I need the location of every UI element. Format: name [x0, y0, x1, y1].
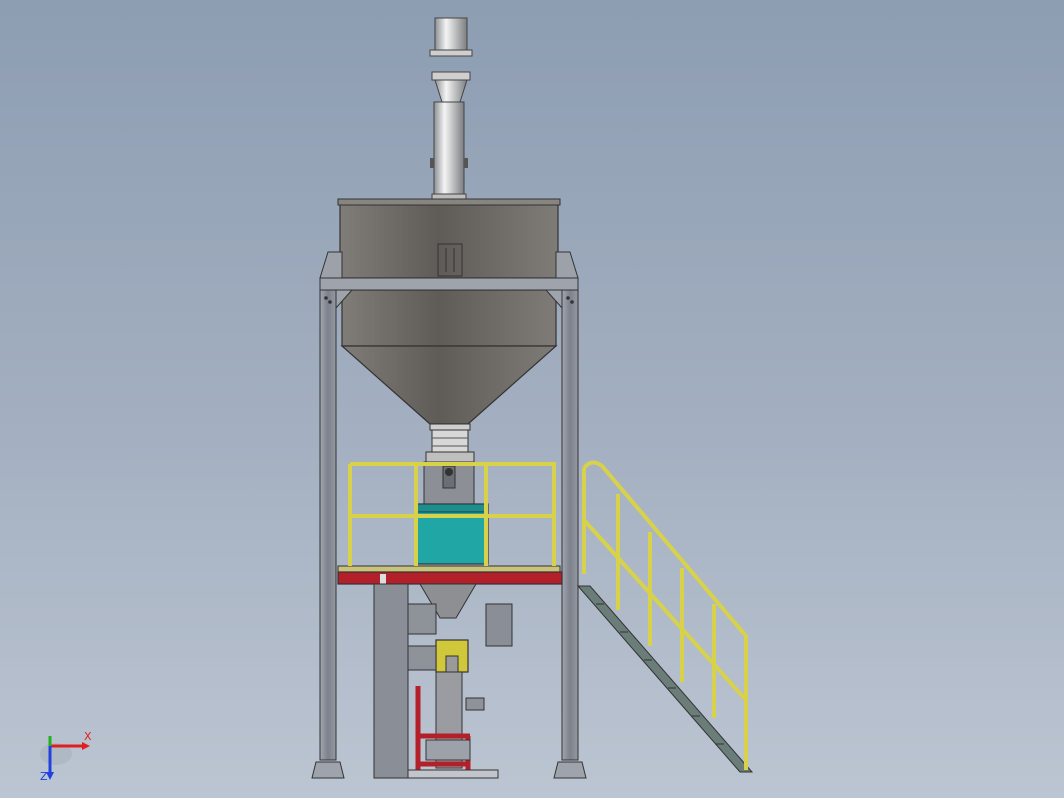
orientation-triad: X Z [38, 730, 98, 784]
inlet-pipe [429, 17, 473, 201]
cad-viewport[interactable]: X Z [0, 0, 1064, 798]
discharge-assembly [415, 423, 489, 565]
hopper [337, 198, 561, 425]
x-axis-label: X [84, 730, 92, 743]
z-axis-label: Z [40, 770, 48, 783]
bulk-bag-filler-model [311, 17, 754, 779]
base-plate [407, 769, 499, 779]
platform [337, 565, 563, 585]
bag-roller [425, 739, 471, 761]
